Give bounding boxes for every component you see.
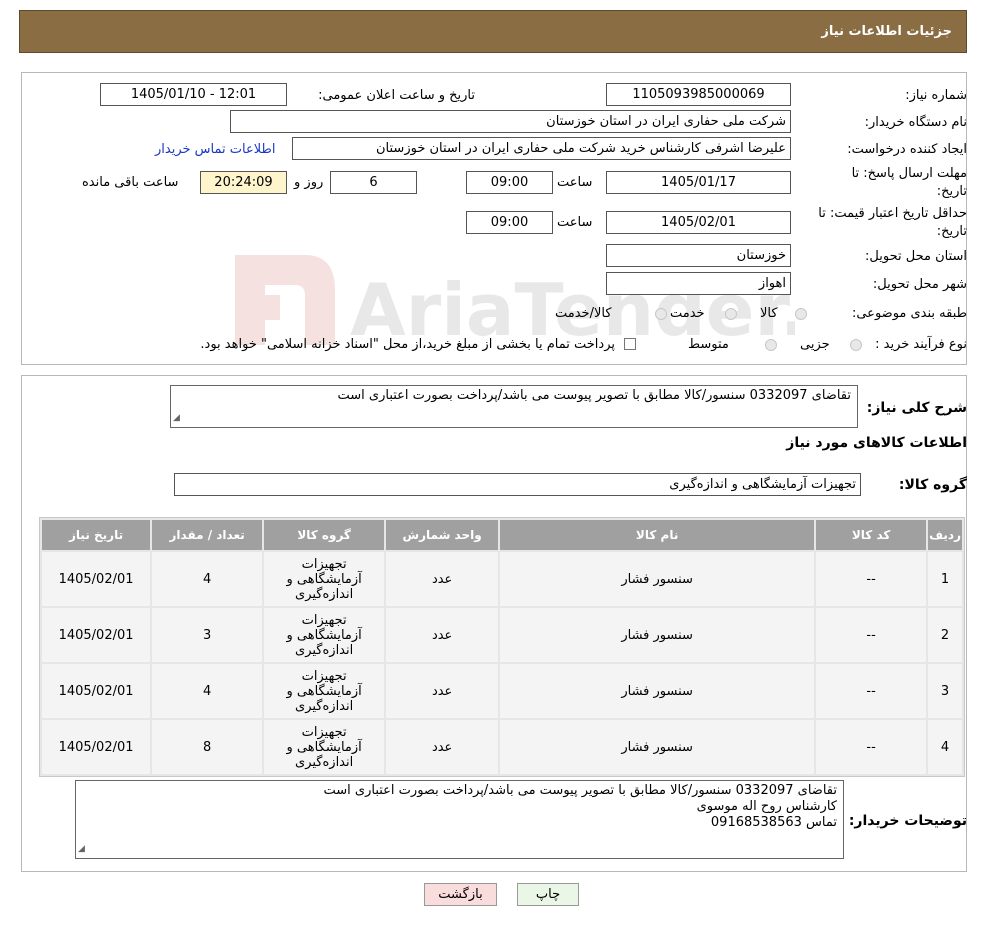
item-date: 1405/02/01 [42, 720, 151, 774]
goods-group-field: تجهیزات آزمایشگاهی و اندازه‌گیری [174, 473, 861, 496]
province-label: استان محل تحویل: [865, 249, 967, 264]
category-radio-goods-service[interactable] [655, 308, 667, 320]
buyer-contact-link[interactable]: اطلاعات تماس خریدار [155, 142, 275, 157]
category-radio-goods[interactable] [795, 308, 807, 320]
remaining-label: ساعت باقی مانده [82, 175, 179, 190]
category-option-goods-service: کالا/خدمت [555, 306, 612, 321]
item-group: تجهیزات آزمایشگاهی و اندازه‌گیری [264, 608, 385, 662]
item-name: سنسور فشار [500, 552, 815, 606]
city-field: اهواز [606, 272, 791, 295]
print-button[interactable]: چاپ [517, 883, 579, 906]
item-name: سنسور فشار [500, 720, 815, 774]
item-unit: عدد [386, 608, 499, 662]
resize-grip-icon[interactable]: ◢ [78, 841, 85, 857]
item-code: -- [816, 552, 927, 606]
buyer-label: نام دستگاه خریدار: [864, 115, 967, 130]
process-note: پرداخت تمام یا بخشی از مبلغ خرید،از محل … [200, 337, 615, 352]
buyer-notes-line: تقاضای 0332097 سنسور/کالا مطابق با تصویر… [323, 783, 837, 798]
table-row: 4 -- سنسور فشار عدد تجهیزات آزمایشگاهی و… [42, 720, 962, 774]
item-date: 1405/02/01 [42, 664, 151, 718]
col-date: تاریخ نیاز [42, 520, 151, 550]
category-label: طبقه بندی موضوعی: [851, 306, 967, 321]
col-unit: واحد شمارش [386, 520, 499, 550]
item-code: -- [816, 608, 927, 662]
deadline-label: مهلت ارسال پاسخ: تا [851, 166, 967, 181]
validity-label: حداقل تاریخ اعتبار قیمت: تا [818, 206, 967, 221]
category-radio-service[interactable] [725, 308, 737, 320]
item-qty: 3 [152, 608, 263, 662]
table-row: 3 -- سنسور فشار عدد تجهیزات آزمایشگاهی و… [42, 664, 962, 718]
deadline-date-field: 1405/01/17 [606, 171, 791, 194]
buyer-notes-textarea[interactable]: تقاضای 0332097 سنسور/کالا مطابق با تصویر… [75, 780, 844, 859]
row-number: 4 [928, 720, 962, 774]
buyer-notes-label: توضیحات خریدار: [848, 813, 967, 829]
item-group: تجهیزات آزمایشگاهی و اندازه‌گیری [264, 720, 385, 774]
item-name: سنسور فشار [500, 608, 815, 662]
item-code: -- [816, 720, 927, 774]
item-qty: 8 [152, 720, 263, 774]
days-remaining-field: 6 [330, 171, 417, 194]
process-label: نوع فرآیند خرید : [875, 337, 967, 352]
need-number-label: شماره نیاز: [905, 88, 967, 103]
table-row: 2 -- سنسور فشار عدد تجهیزات آزمایشگاهی و… [42, 608, 962, 662]
back-button[interactable]: بازگشت [424, 883, 497, 906]
remaining-time-field: 20:24:09 [200, 171, 287, 194]
item-date: 1405/02/01 [42, 608, 151, 662]
description-text: تقاضای 0332097 سنسور/کالا مطابق با تصویر… [337, 388, 851, 403]
col-row: ردیف [928, 520, 962, 550]
validity-label-date: تاریخ: [936, 224, 967, 239]
process-option-minor: جزیی [800, 337, 830, 352]
col-qty: تعداد / مقدار [152, 520, 263, 550]
item-unit: عدد [386, 552, 499, 606]
buyer-notes-line: تماس 09168538563 [710, 815, 837, 830]
process-option-medium: متوسط [688, 337, 729, 352]
table-row: 1 -- سنسور فشار عدد تجهیزات آزمایشگاهی و… [42, 552, 962, 606]
item-group: تجهیزات آزمایشگاهی و اندازه‌گیری [264, 552, 385, 606]
col-name: نام کالا [500, 520, 815, 550]
page-header: جزئیات اطلاعات نیاز [19, 10, 967, 53]
need-number-field: 1105093985000069 [606, 83, 791, 106]
treasury-checkbox[interactable] [624, 338, 636, 350]
creator-label: ایجاد کننده درخواست: [847, 142, 967, 157]
col-group: گروه کالا [264, 520, 385, 550]
buyer-field: شرکت ملی حفاری ایران در استان خوزستان [230, 110, 791, 133]
item-unit: عدد [386, 664, 499, 718]
creator-field: علیرضا اشرفی کارشناس خرید شرکت ملی حفاری… [292, 137, 791, 160]
table-header-row: ردیف کد کالا نام کالا واحد شمارش گروه کا… [42, 520, 962, 550]
city-label: شهر محل تحویل: [872, 277, 967, 292]
validity-time-label: ساعت [557, 215, 593, 230]
category-option-goods: کالا [760, 306, 778, 321]
item-qty: 4 [152, 664, 263, 718]
deadline-time-field: 09:00 [466, 171, 553, 194]
description-textarea[interactable]: تقاضای 0332097 سنسور/کالا مطابق با تصویر… [170, 385, 858, 428]
resize-grip-icon[interactable]: ◢ [173, 410, 180, 426]
deadline-label-date: تاریخ: [936, 184, 967, 199]
item-code: -- [816, 664, 927, 718]
goods-group-label: گروه کالا: [898, 477, 967, 493]
province-field: خوزستان [606, 244, 791, 267]
row-number: 1 [928, 552, 962, 606]
description-label: شرح کلی نیاز: [866, 400, 967, 416]
row-number: 2 [928, 608, 962, 662]
item-group: تجهیزات آزمایشگاهی و اندازه‌گیری [264, 664, 385, 718]
validity-date-field: 1405/02/01 [606, 211, 791, 234]
category-option-service: خدمت [670, 306, 705, 321]
col-code: کد کالا [816, 520, 927, 550]
announce-label: تاریخ و ساعت اعلان عمومی: [318, 88, 475, 103]
goods-info-title: اطلاعات کالاهای مورد نیاز [786, 435, 967, 451]
process-radio-medium[interactable] [765, 339, 777, 351]
item-name: سنسور فشار [500, 664, 815, 718]
validity-time-field: 09:00 [466, 211, 553, 234]
buyer-notes-line: کارشناس روح اله موسوی [696, 799, 837, 814]
deadline-time-label: ساعت [557, 175, 593, 190]
item-qty: 4 [152, 552, 263, 606]
days-label: روز و [294, 175, 324, 190]
page-title: جزئیات اطلاعات نیاز [821, 24, 952, 39]
item-date: 1405/02/01 [42, 552, 151, 606]
item-unit: عدد [386, 720, 499, 774]
process-radio-minor[interactable] [850, 339, 862, 351]
row-number: 3 [928, 664, 962, 718]
goods-table: ردیف کد کالا نام کالا واحد شمارش گروه کا… [39, 517, 965, 777]
announce-field: 1405/01/10 - 12:01 [100, 83, 287, 106]
